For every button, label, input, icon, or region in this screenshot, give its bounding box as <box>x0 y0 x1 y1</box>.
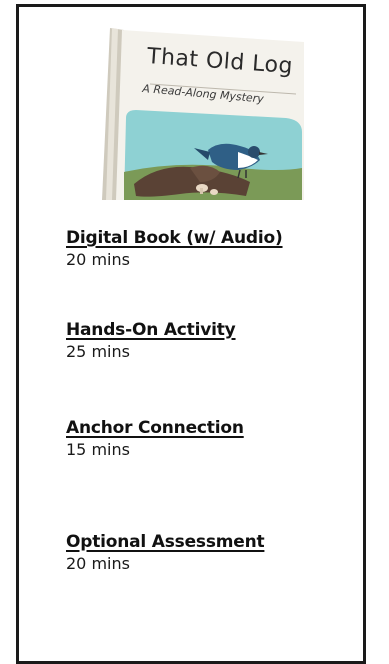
list-item-digital-book: Digital Book (w/ Audio) 20 mins <box>66 228 283 269</box>
list-item-anchor-connection: Anchor Connection 15 mins <box>66 418 244 459</box>
list-item-hands-on-activity: Hands-On Activity 25 mins <box>66 320 236 361</box>
item-duration: 20 mins <box>66 250 130 269</box>
list-item-optional-assessment: Optional Assessment 20 mins <box>66 532 265 573</box>
item-title[interactable]: Anchor Connection <box>66 418 244 438</box>
item-duration: 20 mins <box>66 554 130 573</box>
item-title[interactable]: Optional Assessment <box>66 532 265 552</box>
item-title[interactable]: Digital Book (w/ Audio) <box>66 228 283 248</box>
item-duration: 15 mins <box>66 440 130 459</box>
item-title[interactable]: Hands-On Activity <box>66 320 236 340</box>
item-duration: 25 mins <box>66 342 130 361</box>
